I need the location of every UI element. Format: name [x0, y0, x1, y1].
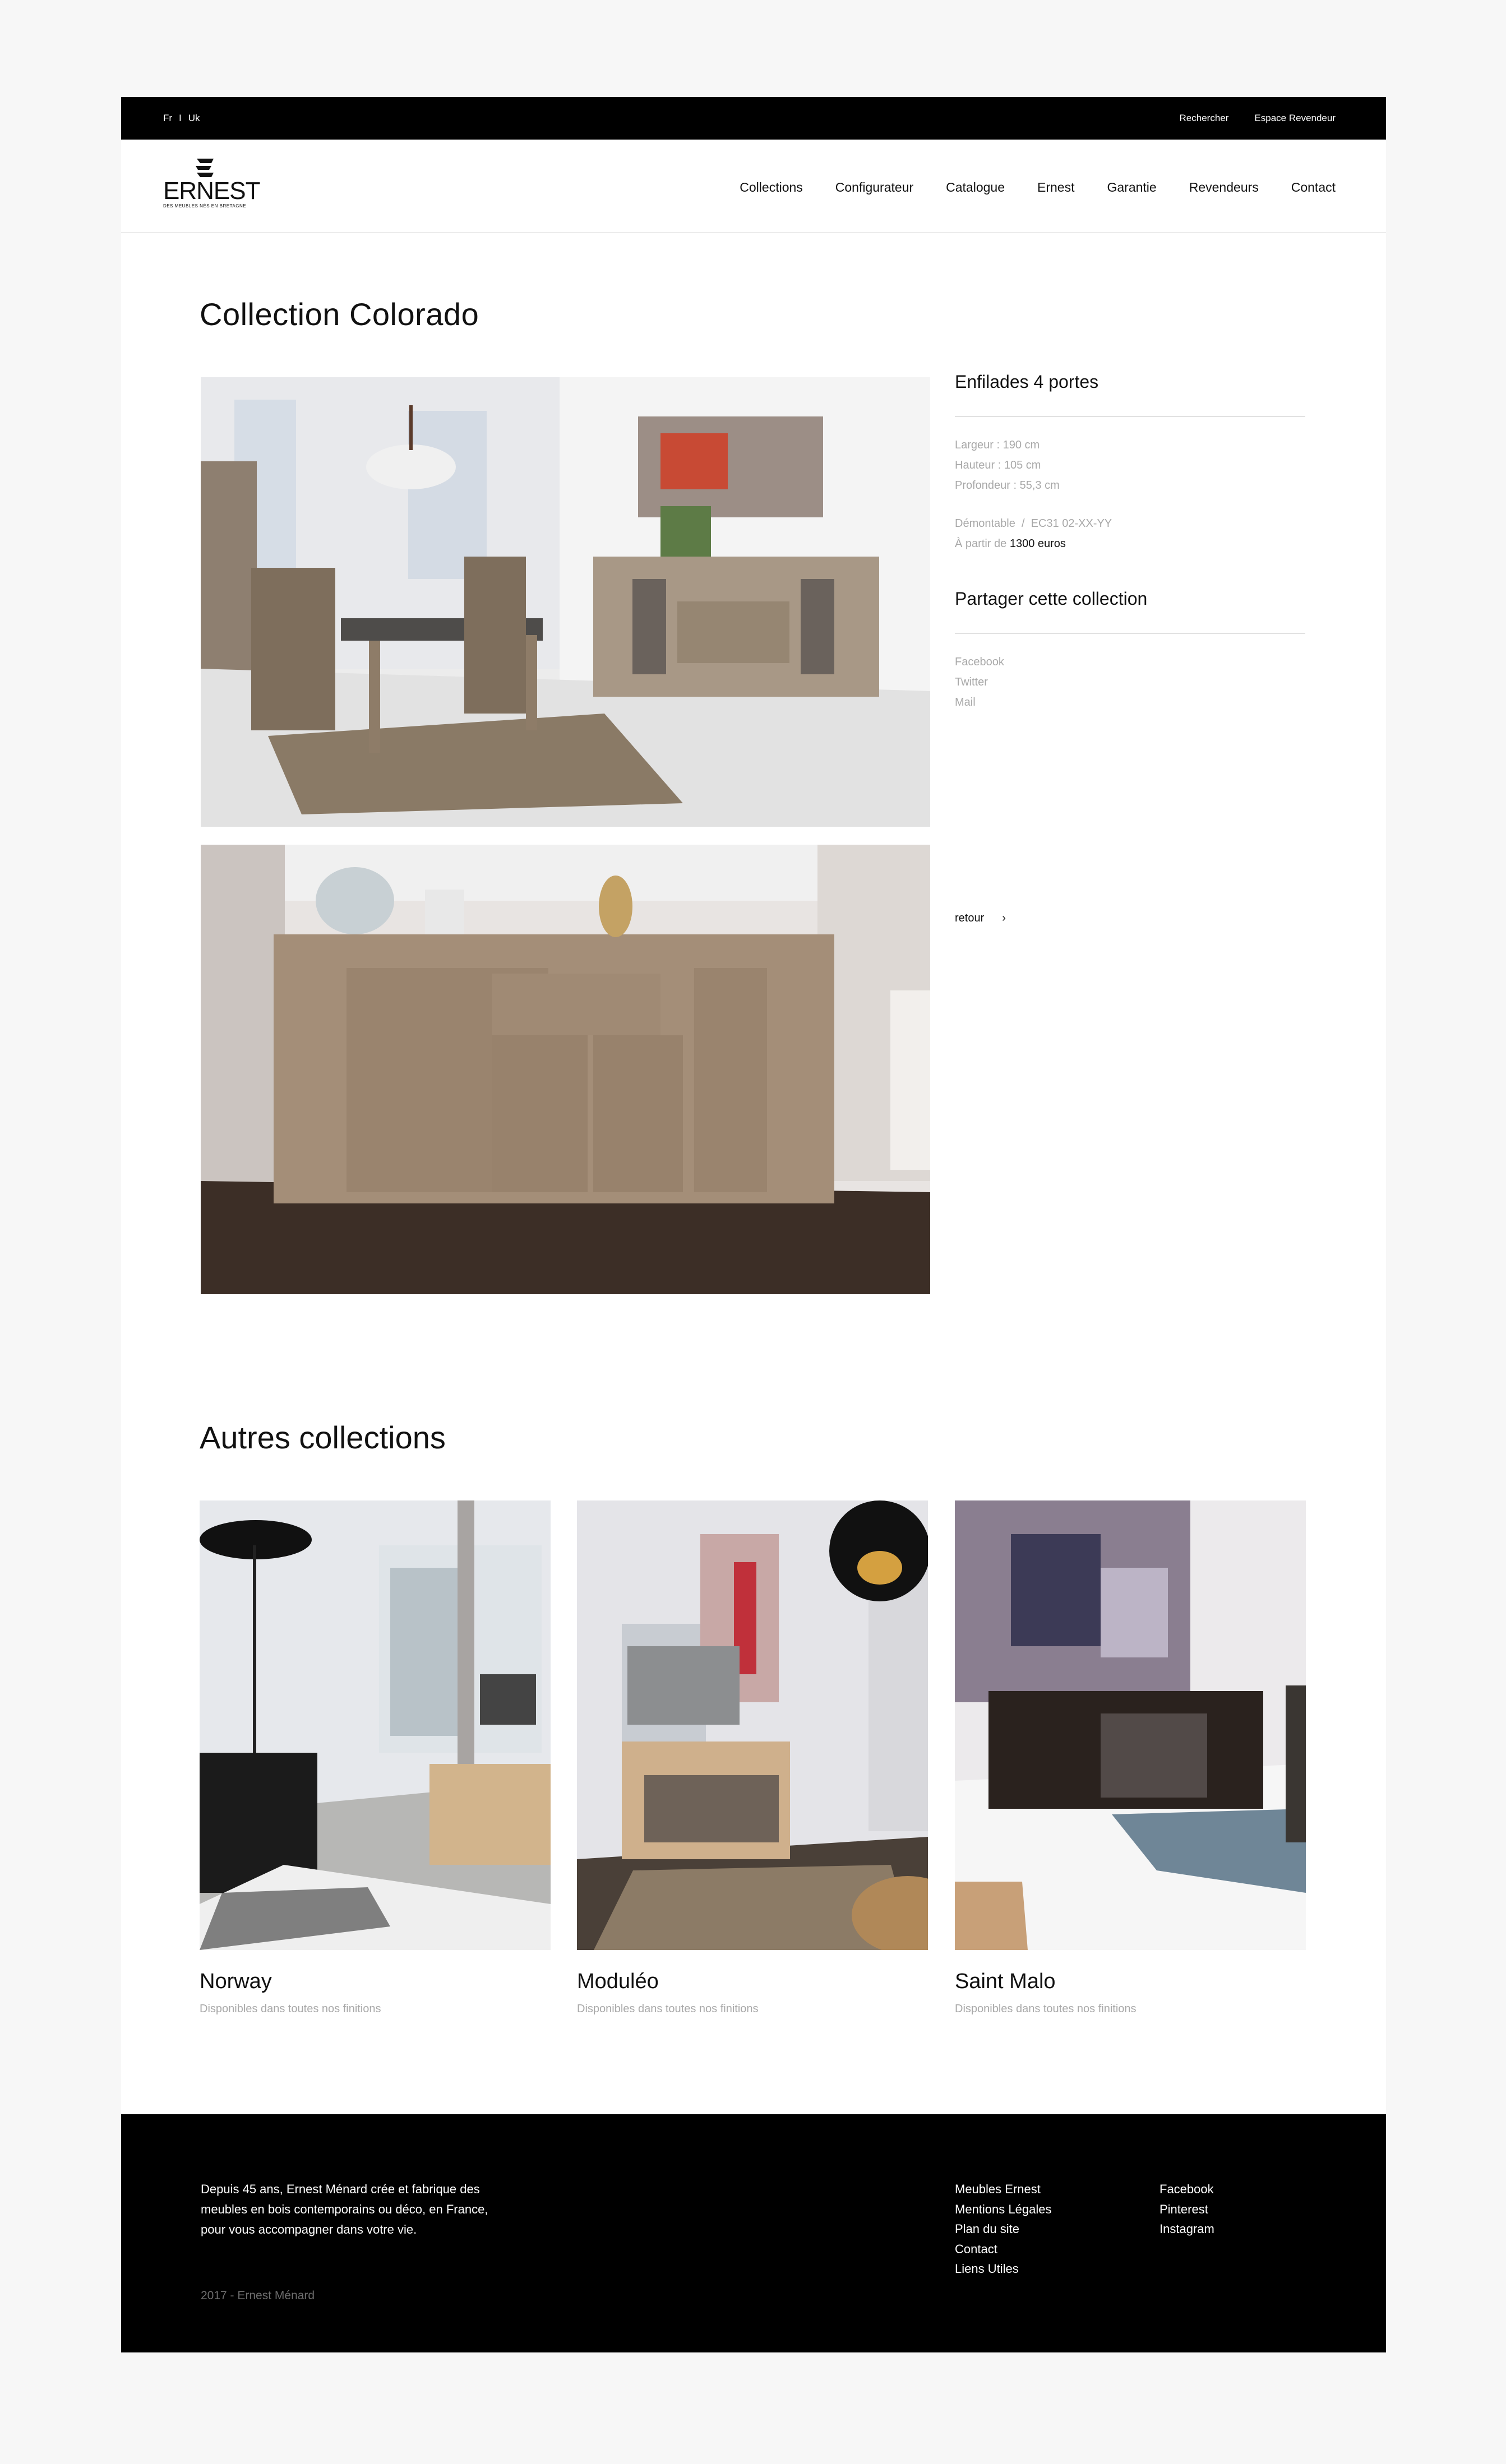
lang-separator: I [179, 113, 182, 123]
saint-malo-photo[interactable] [955, 1500, 1306, 1950]
dining-room-photo [201, 377, 930, 827]
sideboard-photo [201, 845, 930, 1294]
nav-revendeurs[interactable]: Revendeurs [1189, 180, 1259, 195]
nav-catalogue[interactable]: Catalogue [946, 180, 1005, 195]
moduleo-photo[interactable] [577, 1500, 928, 1950]
footer-link-mentions[interactable]: Mentions Légales [955, 2199, 1051, 2220]
header: ERNEST DES MEUBLES NÉS EN BRETAGNE Colle… [121, 140, 1386, 233]
footer-links: Meubles Ernest Mentions Légales Plan du … [955, 2179, 1051, 2279]
share-mail[interactable]: Mail [955, 692, 1305, 712]
card-moduleo-subtitle: Disponibles dans toutes nos finitions [577, 2003, 759, 2015]
back-link[interactable]: retour › [955, 912, 1006, 925]
nav-contact[interactable]: Contact [1291, 180, 1336, 195]
dimension-width: Largeur : 190 cm [955, 439, 1040, 451]
nav-garantie[interactable]: Garantie [1107, 180, 1156, 195]
product-title: Enfilades 4 portes [955, 372, 1099, 392]
dimension-depth: Profondeur : 55,3 cm [955, 479, 1060, 492]
page: Fr I Uk Rechercher Espace Revendeur ERNE… [121, 97, 1386, 2352]
card-norway-subtitle: Disponibles dans toutes nos finitions [200, 2003, 381, 2015]
chevron-right-icon: › [1002, 912, 1006, 924]
footer-link-contact[interactable]: Contact [955, 2239, 1051, 2259]
logo-mark-icon [196, 159, 214, 177]
footer-social-pinterest[interactable]: Pinterest [1159, 2199, 1214, 2220]
divider [955, 416, 1305, 417]
footer-link-plan[interactable]: Plan du site [955, 2219, 1051, 2239]
nav-ernest[interactable]: Ernest [1037, 180, 1074, 195]
language-switcher: Fr I Uk [163, 113, 200, 124]
share-links: Facebook Twitter Mail [955, 652, 1305, 712]
other-collections-title: Autres collections [200, 1420, 446, 1455]
logo[interactable]: ERNEST DES MEUBLES NÉS EN BRETAGNE [163, 158, 260, 211]
share-title: Partager cette collection [955, 589, 1148, 609]
lang-fr[interactable]: Fr [163, 113, 172, 124]
card-norway-title[interactable]: Norway [200, 1970, 272, 1994]
lang-uk[interactable]: Uk [188, 113, 200, 124]
card-saint-malo-title[interactable]: Saint Malo [955, 1970, 1056, 1994]
logo-tagline: DES MEUBLES NÉS EN BRETAGNE [163, 203, 247, 209]
share-facebook[interactable]: Facebook [955, 652, 1305, 672]
card-saint-malo-subtitle: Disponibles dans toutes nos finitions [955, 2003, 1137, 2015]
main-nav: Collections Configurateur Catalogue Erne… [740, 180, 1336, 195]
product-details: Démontable / EC31 02-XX-YY À partir de 1… [955, 513, 1305, 554]
share-twitter[interactable]: Twitter [955, 672, 1305, 692]
top-links: Rechercher Espace Revendeur [1180, 113, 1336, 124]
page-title: Collection Colorado [200, 297, 479, 332]
nav-collections[interactable]: Collections [740, 180, 803, 195]
footer-social: Facebook Pinterest Instagram [1159, 2179, 1214, 2239]
norway-photo[interactable] [200, 1500, 551, 1950]
footer-about: Depuis 45 ans, Ernest Ménard crée et fab… [201, 2182, 488, 2236]
reseller-link[interactable]: Espace Revendeur [1254, 113, 1336, 124]
price-line: À partir de 1300 euros [955, 534, 1305, 554]
top-bar: Fr I Uk Rechercher Espace Revendeur [121, 97, 1386, 140]
nav-configurateur[interactable]: Configurateur [835, 180, 913, 195]
price-value: 1300 euros [1009, 538, 1066, 550]
card-moduleo-title[interactable]: Moduléo [577, 1970, 659, 1994]
dimension-height: Hauteur : 105 cm [955, 459, 1041, 471]
footer-link-meubles[interactable]: Meubles Ernest [955, 2179, 1051, 2199]
footer-copyright: 2017 - Ernest Ménard [201, 2289, 315, 2302]
divider [955, 633, 1305, 634]
search-link[interactable]: Rechercher [1180, 113, 1229, 124]
footer-social-instagram[interactable]: Instagram [1159, 2219, 1214, 2239]
footer-link-liens[interactable]: Liens Utiles [955, 2259, 1051, 2279]
product-info: Enfilades 4 portes Largeur : 190 cm Haut… [955, 372, 1305, 712]
logo-wordmark: ERNEST [163, 177, 260, 205]
mount-reference: Démontable / EC31 02-XX-YY [955, 517, 1112, 530]
dimensions: Largeur : 190 cm Hauteur : 105 cm Profon… [955, 435, 1305, 495]
price-prefix: À partir de [955, 538, 1007, 550]
footer: Depuis 45 ans, Ernest Ménard crée et fab… [121, 2114, 1386, 2352]
back-label: retour [955, 912, 985, 924]
footer-social-facebook[interactable]: Facebook [1159, 2179, 1214, 2199]
